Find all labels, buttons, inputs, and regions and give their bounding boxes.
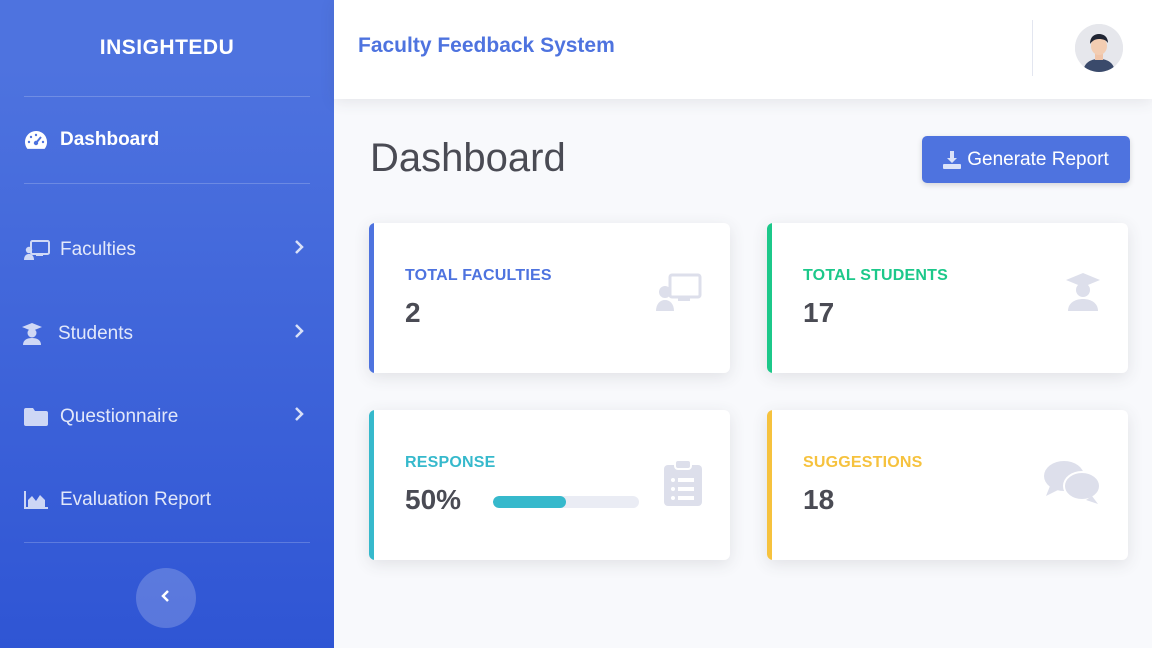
user-avatar[interactable] — [1075, 24, 1123, 72]
sidebar-toggle-button[interactable] — [136, 568, 196, 628]
total-students-card: TOTAL STUDENTS 17 — [767, 223, 1128, 373]
chalkboard-teacher-icon — [656, 273, 702, 316]
sidebar-item-questionnaire[interactable]: Questionnaire — [0, 375, 334, 458]
sidebar-item-students[interactable]: Students — [0, 292, 334, 375]
card-label: RESPONSE — [405, 454, 496, 471]
card-label: TOTAL STUDENTS — [803, 267, 949, 284]
card-accent-bar — [369, 410, 374, 560]
card-value: 2 — [405, 297, 421, 328]
card-value: 18 — [803, 484, 835, 515]
chalkboard-teacher-icon — [24, 238, 54, 262]
chevron-right-icon — [294, 406, 304, 428]
brand-logo[interactable]: INSIGHTEDU — [0, 0, 334, 96]
folder-icon — [24, 405, 54, 429]
card-label: TOTAL FACULTIES — [405, 267, 552, 284]
clipboard-list-icon — [664, 459, 702, 511]
comments-icon — [1044, 460, 1101, 509]
user-graduate-icon — [1066, 273, 1100, 316]
sidebar-item-dashboard[interactable]: Dashboard — [0, 97, 334, 183]
sidebar-item-label: Students — [58, 322, 133, 344]
chevron-right-icon — [294, 323, 304, 345]
topbar: Faculty Feedback System — [334, 0, 1152, 99]
card-accent-bar — [369, 223, 374, 373]
sidebar-item-evaluation-report[interactable]: Evaluation Report — [0, 458, 334, 542]
progress-fill — [493, 496, 566, 508]
sidebar-divider — [24, 542, 310, 543]
page-title: Dashboard — [370, 136, 566, 180]
avatar-icon — [1075, 24, 1123, 72]
chevron-right-icon — [294, 239, 304, 261]
card-accent-bar — [767, 223, 772, 373]
app-title: Faculty Feedback System — [358, 34, 615, 57]
card-accent-bar — [767, 410, 772, 560]
tachometer-icon — [24, 128, 54, 152]
download-icon — [943, 150, 962, 169]
card-label: SUGGESTIONS — [803, 454, 923, 471]
card-value: 17 — [803, 297, 835, 328]
sidebar-item-label: Evaluation Report — [60, 489, 212, 510]
area-chart-icon — [24, 488, 54, 512]
generate-report-label: Generate Report — [967, 148, 1109, 170]
sidebar-item-label: Dashboard — [60, 129, 160, 150]
sidebar-item-label: Faculties — [60, 239, 137, 260]
total-faculties-card: TOTAL FACULTIES 2 — [369, 223, 730, 373]
topbar-divider — [1032, 20, 1033, 76]
generate-report-button[interactable]: Generate Report — [922, 136, 1130, 183]
sidebar-item-faculties[interactable]: Faculties — [0, 208, 334, 292]
response-progress-bar — [493, 496, 639, 508]
user-graduate-icon — [22, 322, 52, 346]
sidebar-item-label: Questionnaire — [60, 405, 179, 427]
card-value: 50% — [405, 484, 462, 515]
chevron-left-icon — [161, 589, 171, 608]
response-card: RESPONSE 50% — [369, 410, 730, 560]
suggestions-card: SUGGESTIONS 18 — [767, 410, 1128, 560]
sidebar: INSIGHTEDU Dashboard Faculties Students … — [0, 0, 334, 648]
